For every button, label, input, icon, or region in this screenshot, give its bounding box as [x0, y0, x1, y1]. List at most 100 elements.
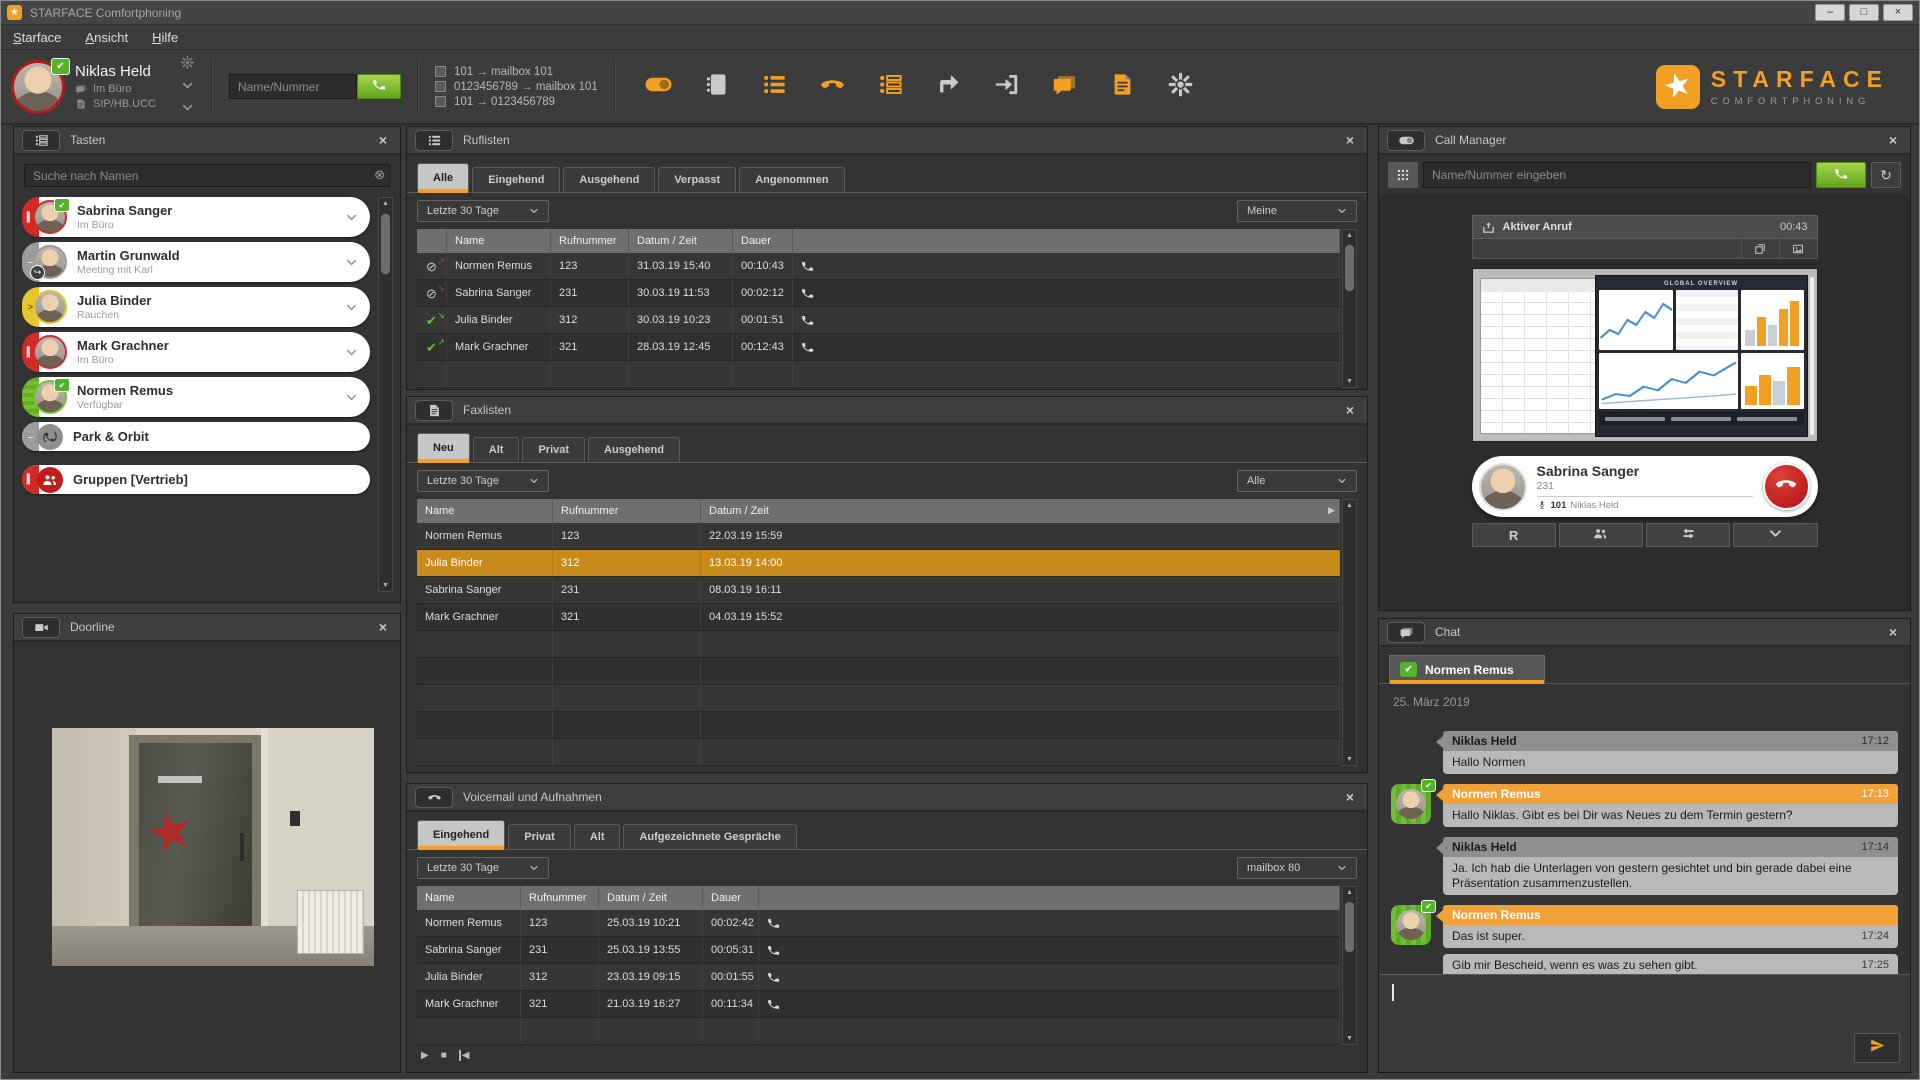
tab-ausgehend[interactable]: Ausgehend [563, 167, 655, 192]
table-row[interactable]: ✔↗Mark Grachner32128.03.19 12:4500:12:43 [417, 334, 1340, 361]
minimize-button[interactable]: – [1815, 4, 1845, 21]
settings-button[interactable] [1164, 70, 1198, 104]
close-button[interactable]: × [1883, 4, 1913, 21]
callback-phone-icon[interactable] [767, 944, 780, 957]
column-header[interactable] [417, 229, 447, 253]
hangup-button[interactable] [1763, 463, 1810, 510]
scroll-down-icon[interactable]: ▼ [1346, 756, 1353, 763]
chevron-down-icon[interactable] [345, 301, 358, 314]
voicemail-button[interactable] [816, 70, 850, 104]
column-header[interactable]: Name [417, 499, 553, 523]
scrollbar[interactable]: ▲ ▼ [1342, 499, 1357, 766]
redirect-checkbox[interactable] [435, 81, 446, 92]
column-header[interactable]: Datum / Zeit [629, 229, 733, 253]
table-row[interactable]: ✔↘Julia Binder31230.03.19 10:2300:01:51 [417, 307, 1340, 334]
scope-filter-dropdown[interactable]: Meine [1237, 200, 1357, 222]
maximize-button[interactable]: □ [1849, 4, 1879, 21]
screenshare-window-button[interactable] [1741, 239, 1779, 258]
user-avatar[interactable]: ✔ [11, 60, 65, 114]
column-header[interactable]: Name [417, 886, 521, 910]
call-lists-button[interactable] [758, 70, 792, 104]
scroll-up-icon[interactable]: ▲ [1346, 232, 1353, 239]
profile-settings-icon[interactable] [180, 55, 195, 75]
scrollbar[interactable]: ▲ ▼ [1342, 886, 1357, 1045]
column-header[interactable]: Dauer [703, 886, 759, 910]
keypad-icon[interactable] [1388, 162, 1418, 188]
ifmc-button[interactable] [990, 70, 1024, 104]
redirect-rule[interactable]: 101 → mailbox 101 [435, 66, 598, 78]
scroll-thumb[interactable] [1345, 902, 1354, 952]
table-row[interactable]: Normen Remus12322.03.19 15:59 [417, 523, 1340, 550]
chat-tab-normen-remus[interactable]: ✔ Normen Remus [1389, 655, 1545, 683]
stop-button[interactable]: ■ [441, 1050, 447, 1061]
line-chevron-icon[interactable] [181, 101, 194, 119]
column-scroll-right-icon[interactable]: ▶ [1328, 505, 1335, 516]
chevron-down-icon[interactable] [345, 346, 358, 359]
contact-key-sabrina-sanger[interactable]: ▍✔Sabrina SangerIm Büro [22, 197, 370, 237]
close-icon[interactable]: × [1884, 624, 1902, 640]
tab-aufgezeichnete-gespr-che[interactable]: Aufgezeichnete Gespräche [623, 824, 796, 849]
phonebook-button[interactable] [700, 70, 734, 104]
more-button[interactable] [1733, 523, 1817, 547]
chat-button[interactable] [1048, 70, 1082, 104]
chevron-down-icon[interactable] [345, 211, 358, 224]
close-icon[interactable]: × [1341, 789, 1359, 805]
screenshare-image-button[interactable] [1779, 239, 1817, 258]
contact-key-park-orbit[interactable]: –Park & Orbit [22, 422, 370, 451]
column-header[interactable]: Dauer [733, 229, 793, 253]
column-header[interactable]: Datum / Zeit [701, 499, 1340, 523]
scroll-down-icon[interactable]: ▼ [382, 582, 389, 589]
skip-start-button[interactable]: ◀ [459, 1050, 470, 1061]
callback-phone-icon[interactable] [767, 971, 780, 984]
column-header[interactable] [759, 886, 1340, 910]
dial-call-button[interactable] [357, 74, 401, 99]
contact-key-mark-grachner[interactable]: ▍Mark GrachnerIm Büro [22, 332, 370, 372]
close-icon[interactable]: × [1341, 132, 1359, 148]
tab-alle[interactable]: Alle [417, 163, 469, 192]
close-icon[interactable]: × [374, 619, 392, 635]
clear-search-icon[interactable]: ⊗ [374, 167, 385, 183]
table-row[interactable]: Julia Binder31223.03.19 09:1500:01:55 [417, 964, 1340, 991]
call-manager-toggle-button[interactable] [642, 70, 676, 104]
refresh-button[interactable]: ↻ [1871, 162, 1901, 188]
contact-key-normen-remus[interactable]: ✔Normen RemusVerfügbar [22, 377, 370, 417]
user-line-row[interactable]: SIP/HB.UCC [75, 98, 156, 110]
scroll-thumb[interactable] [1345, 245, 1354, 291]
column-header[interactable] [793, 229, 1340, 253]
tab-neu[interactable]: Neu [417, 433, 470, 462]
menu-item-ansicht[interactable]: Ansicht [85, 30, 128, 45]
function-keys-button[interactable] [874, 70, 908, 104]
tab-alt[interactable]: Alt [473, 437, 520, 462]
tab-alt[interactable]: Alt [574, 824, 621, 849]
scrollbar[interactable]: ▲ ▼ [1342, 229, 1357, 388]
column-header[interactable]: Rufnummer [553, 499, 701, 523]
title-bar[interactable]: ★ STARFACE Comfortphoning – □ × [1, 1, 1919, 25]
column-header[interactable]: Datum / Zeit [599, 886, 703, 910]
scrollbar[interactable]: ▲ ▼ [378, 197, 393, 592]
tab-eingehend[interactable]: Eingehend [417, 820, 505, 849]
status-chevron-icon[interactable] [181, 79, 194, 97]
conference-button[interactable] [1559, 523, 1643, 547]
redirect-rule[interactable]: 0123456789 → mailbox 101 [435, 81, 598, 93]
redirect-rule[interactable]: 101 → 0123456789 [435, 96, 598, 108]
callback-phone-icon[interactable] [767, 998, 780, 1011]
contact-search-input[interactable] [24, 164, 390, 187]
dial-input[interactable] [229, 74, 357, 99]
chat-input[interactable] [1379, 974, 1910, 1072]
transfer-button[interactable] [1646, 523, 1730, 547]
chevron-down-icon[interactable] [345, 256, 358, 269]
redirect-checkbox[interactable] [435, 96, 446, 107]
fax-button[interactable] [1106, 70, 1140, 104]
close-icon[interactable]: × [374, 132, 392, 148]
close-icon[interactable]: × [1884, 132, 1902, 148]
callback-phone-icon[interactable] [801, 314, 814, 327]
scroll-down-icon[interactable]: ▼ [1346, 1035, 1353, 1042]
table-row[interactable]: Normen Remus12325.03.19 10:2100:02:42 [417, 910, 1340, 937]
contact-key-martin-grunwald[interactable]: –↪Martin GrunwaldMeeting mit Karl [22, 242, 370, 282]
range-filter-dropdown[interactable]: Letzte 30 Tage [417, 857, 549, 879]
user-cluster[interactable]: ✔ Niklas Held Im Büro SIP/HB.UCC [11, 55, 195, 119]
contact-key-julia-binder[interactable]: >Julia BinderRauchen [22, 287, 370, 327]
contact-key-gruppen-vertrieb-[interactable]: ▍Gruppen [Vertrieb] [22, 465, 370, 494]
recall-button[interactable]: R [1472, 523, 1556, 547]
range-filter-dropdown[interactable]: Letzte 30 Tage [417, 200, 549, 222]
